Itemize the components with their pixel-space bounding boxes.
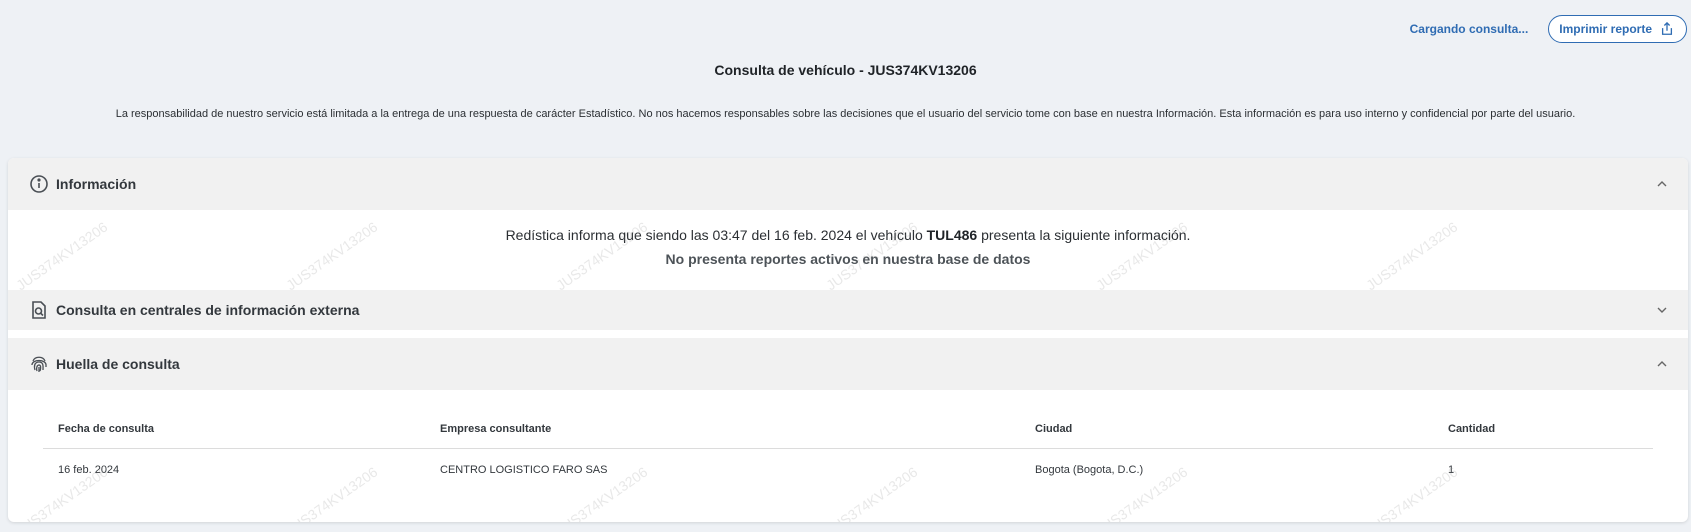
chevron-down-icon[interactable] — [1656, 304, 1668, 316]
info-statement-suffix: presenta la siguiente información. — [977, 227, 1191, 243]
chevron-up-icon[interactable] — [1656, 178, 1668, 190]
info-circle-icon — [30, 175, 48, 193]
column-header: Empresa consultante — [440, 423, 552, 435]
column-header: Ciudad — [1035, 423, 1073, 435]
section-informacion-title: Información — [56, 176, 137, 192]
table-cell: 1 — [1448, 464, 1455, 476]
page-title: Consulta de vehículo - JUS374KV13206 — [714, 62, 977, 78]
info-statement-prefix: Redística informa que siendo las 03:47 d… — [505, 227, 927, 243]
disclaimer-text: La responsabilidad de nuestro servicio e… — [115, 108, 1576, 120]
section-informacion-header[interactable]: Información — [8, 158, 1688, 210]
print-report-button[interactable]: Imprimir reporte — [1548, 15, 1687, 43]
table-row: 16 feb. 2024 CENTRO LOGISTICO FARO SAS B… — [43, 449, 1653, 491]
vehicle-plate: TUL486 — [926, 227, 978, 243]
print-report-label: Imprimir reporte — [1559, 22, 1652, 36]
info-result: No presenta reportes activos en nuestra … — [665, 251, 1031, 267]
topbar: Cargando consulta... Imprimir reporte — [1410, 14, 1687, 44]
huella-table: Fecha de consulta Empresa consultante Ci… — [43, 410, 1653, 491]
info-statement: Redística informa que siendo las 03:47 d… — [8, 227, 1688, 243]
document-search-icon — [32, 301, 46, 319]
report-card: Información Redística informa que siendo… — [8, 158, 1688, 522]
column-header: Fecha de consulta — [58, 423, 154, 435]
fingerprint-icon — [31, 356, 47, 372]
section-huella-title: Huella de consulta — [56, 356, 180, 372]
section-huella-header[interactable]: Huella de consulta — [8, 338, 1688, 390]
section-externa-title: Consulta en centrales de información ext… — [56, 302, 360, 318]
table-cell: CENTRO LOGISTICO FARO SAS — [440, 464, 608, 476]
table-cell: 16 feb. 2024 — [58, 464, 120, 476]
loading-status: Cargando consulta... — [1409, 22, 1529, 36]
column-header: Cantidad — [1448, 423, 1496, 435]
share-icon — [1661, 22, 1673, 35]
chevron-up-icon[interactable] — [1656, 358, 1668, 370]
table-header-row: Fecha de consulta Empresa consultante Ci… — [43, 410, 1653, 449]
table-cell: Bogota (Bogota, D.C.) — [1035, 464, 1144, 476]
section-externa-header[interactable]: Consulta en centrales de información ext… — [8, 290, 1688, 330]
